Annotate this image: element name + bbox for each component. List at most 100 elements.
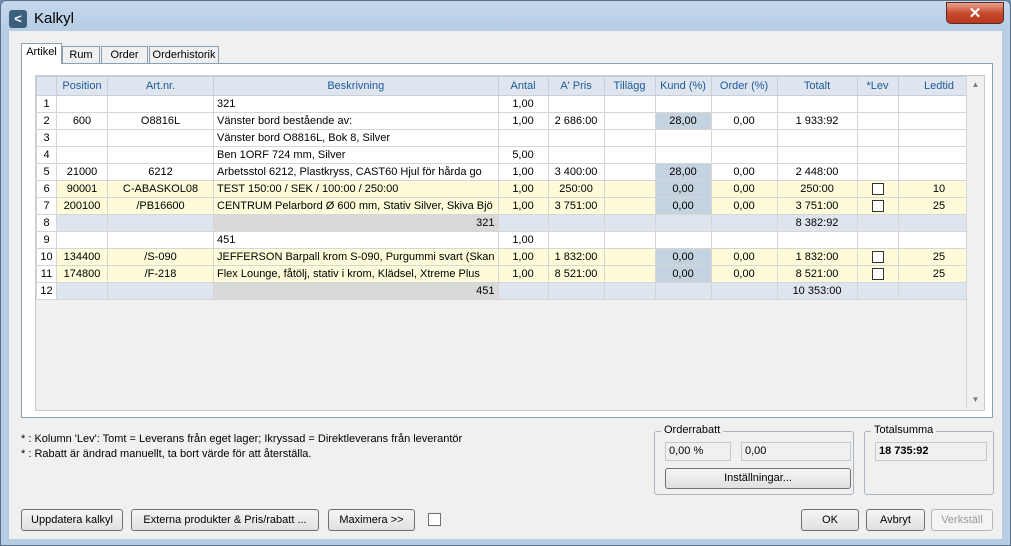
column-header[interactable]: Tillägg	[603, 76, 656, 96]
cell-desc[interactable]: Flex Lounge, fåtölj, stativ i krom, Kläd…	[213, 265, 499, 283]
cell-tillagg[interactable]	[603, 129, 656, 147]
cell-art[interactable]: /PB16600	[107, 197, 214, 215]
cell-antal[interactable]: 1,00	[497, 248, 549, 266]
table-row[interactable]: 8 321 8 382:92	[36, 214, 981, 232]
cell-lev[interactable]	[856, 265, 899, 283]
cell-tillagg[interactable]	[603, 112, 656, 130]
cell-desc[interactable]: 451	[213, 231, 499, 249]
cell-pris[interactable]	[547, 146, 605, 164]
cell-lev[interactable]	[856, 248, 899, 266]
cell-pris[interactable]: 3 751:00	[547, 197, 605, 215]
vertical-scrollbar[interactable]: ▲ ▼	[966, 76, 984, 408]
cell-order[interactable]	[710, 214, 778, 232]
cell-order[interactable]	[710, 95, 778, 113]
cell-art[interactable]: C-ABASKOL08	[107, 180, 214, 198]
table-row[interactable]: 4 Ben 1ORF 724 mm, Silver 5,00	[36, 146, 981, 164]
cell-tillagg[interactable]	[603, 163, 656, 181]
orderrabatt-percent-field[interactable]: 0,00 %	[665, 442, 731, 461]
table-row[interactable]: 6 90001 C-ABASKOL08 TEST 150:00 / SEK / 100…	[36, 180, 981, 198]
cell-totalt[interactable]: 10 353:00	[776, 282, 858, 300]
cell-pos[interactable]	[56, 214, 108, 232]
lev-checkbox[interactable]	[871, 200, 884, 213]
scroll-down-icon[interactable]: ▼	[967, 391, 984, 408]
cell-antal[interactable]: 1,00	[497, 163, 549, 181]
cell-order[interactable]	[710, 282, 778, 300]
cell-art[interactable]	[107, 95, 214, 113]
cell-tillagg[interactable]	[603, 146, 656, 164]
lev-checkbox[interactable]	[871, 183, 884, 196]
cell-desc[interactable]: 321	[213, 214, 499, 232]
cell-order[interactable]	[710, 129, 778, 147]
cell-pris[interactable]: 1 832:00	[547, 248, 605, 266]
cell-antal[interactable]: 1,00	[497, 180, 549, 198]
cell-lev[interactable]	[856, 197, 899, 215]
cell-totalt[interactable]: 8 382:92	[776, 214, 858, 232]
column-header[interactable]: Beskrivning	[213, 76, 499, 96]
cell-tillagg[interactable]	[603, 265, 656, 283]
table-row[interactable]: 2 600 O8816L Vänster bord bestående av: 1,00…	[36, 112, 981, 130]
cell-desc[interactable]: 321	[213, 95, 499, 113]
cell-totalt[interactable]: 8 521:00	[776, 265, 858, 283]
cell-totalt[interactable]	[776, 129, 858, 147]
settings-button[interactable]: Inställningar...	[665, 468, 851, 489]
cell-desc[interactable]: Ben 1ORF 724 mm, Silver	[213, 146, 499, 164]
cell-pos[interactable]: 174800	[56, 265, 108, 283]
cell-order[interactable]: 0,00	[710, 197, 778, 215]
tab-rum[interactable]: Rum	[62, 46, 100, 63]
table-row[interactable]: 10 134400/S-090 JEFFERSON Barpall krom S-0…	[36, 248, 981, 266]
cell-totalt[interactable]	[776, 95, 858, 113]
cell-pos[interactable]: 600	[56, 112, 108, 130]
tab-artikel[interactable]: Artikel	[21, 43, 62, 64]
cell-desc[interactable]: CENTRUM Pelarbord Ø 600 mm, Stativ Silve…	[213, 197, 499, 215]
cell-art[interactable]	[107, 146, 214, 164]
scroll-up-icon[interactable]: ▲	[967, 76, 984, 93]
column-header[interactable]: Kund (%)	[654, 76, 712, 96]
cell-art[interactable]	[107, 231, 214, 249]
cell-kund[interactable]: 28,00	[654, 163, 712, 181]
cell-lev[interactable]	[856, 214, 899, 232]
cell-antal[interactable]: 1,00	[497, 231, 549, 249]
cell-order[interactable]	[710, 231, 778, 249]
table-row[interactable]: 7 200100/PB16600 CENTRUM Pelarbord Ø 600 m…	[36, 197, 981, 215]
title-bar[interactable]: < Kalkyl ✕	[1, 1, 1010, 35]
cell-art[interactable]	[107, 129, 214, 147]
column-header[interactable]: Art.nr.	[107, 76, 214, 96]
cell-order[interactable]	[710, 146, 778, 164]
tab-order[interactable]: Order	[101, 46, 148, 63]
lev-checkbox[interactable]	[871, 251, 884, 264]
cell-tillagg[interactable]	[603, 95, 656, 113]
cell-lev[interactable]	[856, 112, 899, 130]
cell-antal[interactable]: 5,00	[497, 146, 549, 164]
cell-pris[interactable]	[547, 95, 605, 113]
cell-art[interactable]: /F-218	[107, 265, 214, 283]
cell-desc[interactable]: Vänster bord O8816L, Bok 8, Silver	[213, 129, 499, 147]
cell-pris[interactable]	[547, 214, 605, 232]
cell-kund[interactable]: 0,00	[654, 180, 712, 198]
maximize-button[interactable]: Maximera >>	[328, 509, 415, 531]
close-button[interactable]: ✕	[946, 2, 1004, 24]
cell-order[interactable]: 0,00	[710, 180, 778, 198]
cell-desc[interactable]: TEST 150:00 / SEK / 100:00 / 250:00	[213, 180, 499, 198]
cell-tillagg[interactable]	[603, 197, 656, 215]
table-row[interactable]: 3 Vänster bord O8816L, Bok 8, Silver	[36, 129, 981, 147]
cell-pos[interactable]: 200100	[56, 197, 108, 215]
cell-lev[interactable]	[856, 180, 899, 198]
cell-lev[interactable]	[856, 146, 899, 164]
cancel-button[interactable]: Avbryt	[866, 509, 925, 531]
cell-antal[interactable]	[497, 129, 549, 147]
cell-pos[interactable]	[56, 282, 108, 300]
cell-pos[interactable]	[56, 129, 108, 147]
cell-order[interactable]: 0,00	[710, 112, 778, 130]
cell-tillagg[interactable]	[603, 282, 656, 300]
cell-art[interactable]: O8816L	[107, 112, 214, 130]
cell-kund[interactable]	[654, 231, 712, 249]
cell-pos[interactable]: 134400	[56, 248, 108, 266]
cell-order[interactable]: 0,00	[710, 265, 778, 283]
cell-pos[interactable]	[56, 146, 108, 164]
cell-pos[interactable]	[56, 231, 108, 249]
apply-button[interactable]: Verkställ	[931, 509, 993, 531]
table-row[interactable]: 12 451 10 353:00	[36, 282, 981, 300]
cell-lev[interactable]	[856, 129, 899, 147]
table-row[interactable]: 1 321 1,00	[36, 95, 981, 113]
cell-kund[interactable]: 0,00	[654, 265, 712, 283]
